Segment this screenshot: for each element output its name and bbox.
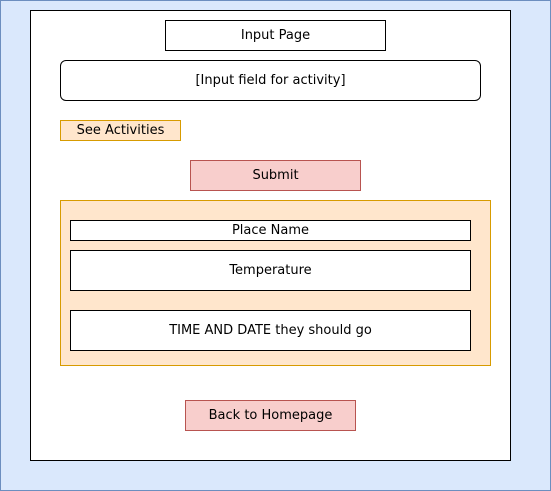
submit-button[interactable]: Submit bbox=[190, 160, 361, 191]
back-to-homepage-button[interactable]: Back to Homepage bbox=[185, 400, 356, 431]
temperature-field: Temperature bbox=[70, 250, 471, 291]
page-title: Input Page bbox=[165, 20, 386, 51]
see-activities-button[interactable]: See Activities bbox=[60, 120, 181, 141]
time-and-date-field: TIME AND DATE they should go bbox=[70, 310, 471, 351]
place-name-field: Place Name bbox=[70, 220, 471, 241]
activity-input-field[interactable]: [Input field for activity] bbox=[60, 60, 481, 101]
